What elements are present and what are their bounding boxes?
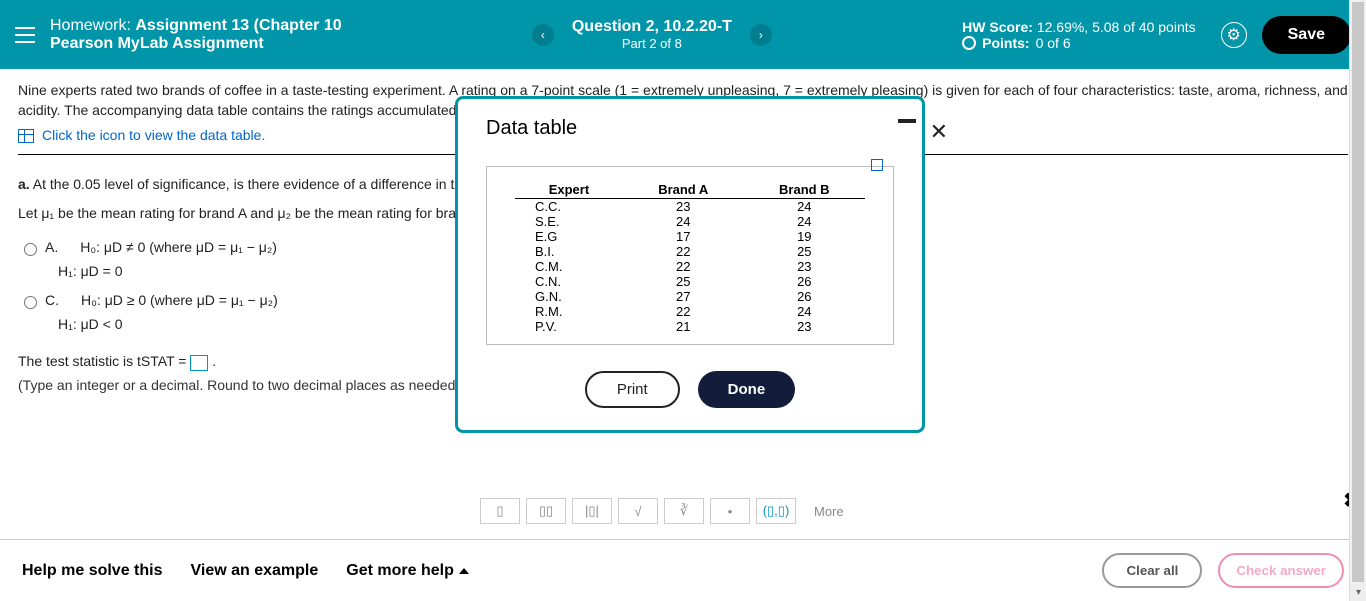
table-cell: 23 xyxy=(623,199,744,215)
table-cell: 23 xyxy=(744,259,865,274)
table-cell: 27 xyxy=(623,289,744,304)
table-header: Expert xyxy=(515,181,623,199)
get-more-help-link[interactable]: Get more help xyxy=(346,562,469,580)
caret-up-icon xyxy=(459,568,469,574)
clear-all-button[interactable]: Clear all xyxy=(1102,553,1202,588)
table-cell: C.N. xyxy=(515,274,623,289)
table-cell: C.C. xyxy=(515,199,623,215)
app-header: Homework: Assignment 13 (Chapter 10 Pear… xyxy=(0,0,1366,69)
table-row: R.M.2224 xyxy=(515,304,865,319)
table-row: S.E.2424 xyxy=(515,214,865,229)
points-circle-icon xyxy=(962,36,976,50)
table-cell: P.V. xyxy=(515,319,623,334)
table-cell: 24 xyxy=(744,199,865,215)
tool-bullet[interactable]: • xyxy=(710,498,750,524)
table-row: C.C.2324 xyxy=(515,199,865,215)
next-question-button[interactable]: › xyxy=(750,24,772,46)
view-example-link[interactable]: View an example xyxy=(191,562,319,580)
tool-sup[interactable]: ▯▯ xyxy=(526,498,566,524)
check-answer-button[interactable]: Check answer xyxy=(1218,553,1344,588)
table-cell: 24 xyxy=(744,304,865,319)
table-cell: 22 xyxy=(623,304,744,319)
table-cell: 26 xyxy=(744,289,865,304)
help-solve-link[interactable]: Help me solve this xyxy=(22,562,163,580)
data-table-modal: ✕ Data table ExpertBrand ABrand B C.C.23… xyxy=(455,96,925,433)
menu-icon[interactable] xyxy=(15,27,35,43)
print-button[interactable]: Print xyxy=(585,371,680,408)
footer-bar: Help me solve this View an example Get m… xyxy=(0,539,1366,601)
modal-title: Data table xyxy=(486,117,894,140)
option-a-radio[interactable] xyxy=(24,241,37,258)
table-row: C.M.2223 xyxy=(515,259,865,274)
table-row: G.N.2726 xyxy=(515,289,865,304)
table-row: B.I.2225 xyxy=(515,244,865,259)
modal-close-icon[interactable]: ✕ xyxy=(930,119,948,145)
table-cell: 19 xyxy=(744,229,865,244)
settings-gear-icon[interactable]: ⚙ xyxy=(1221,22,1247,48)
table-header: Brand B xyxy=(744,181,865,199)
table-cell: 21 xyxy=(623,319,744,334)
tstat-input[interactable] xyxy=(190,355,208,371)
modal-minimize-icon[interactable] xyxy=(898,119,916,123)
score-display: HW Score: 12.69%, 5.08 of 40 points Poin… xyxy=(962,19,1195,51)
tool-abs[interactable]: |▯| xyxy=(572,498,612,524)
homework-title: Homework: Assignment 13 (Chapter 10 Pear… xyxy=(50,17,342,53)
scrollbar-thumb[interactable] xyxy=(1352,2,1364,582)
table-cell: R.M. xyxy=(515,304,623,319)
question-nav: ‹ Question 2, 10.2.20-T Part 2 of 8 › xyxy=(342,18,963,51)
table-cell: C.M. xyxy=(515,259,623,274)
tool-nroot[interactable]: ∛ xyxy=(664,498,704,524)
table-cell: 24 xyxy=(744,214,865,229)
table-cell: 25 xyxy=(623,274,744,289)
table-cell: E.G xyxy=(515,229,623,244)
table-row: P.V.2123 xyxy=(515,319,865,334)
prev-question-button[interactable]: ‹ xyxy=(532,24,554,46)
save-button[interactable]: Save xyxy=(1262,16,1351,54)
vertical-scrollbar[interactable]: ▾ xyxy=(1349,0,1366,601)
table-icon xyxy=(18,129,34,143)
table-row: E.G1719 xyxy=(515,229,865,244)
done-button[interactable]: Done xyxy=(698,371,796,408)
table-cell: 22 xyxy=(623,244,744,259)
table-header: Brand A xyxy=(623,181,744,199)
table-cell: 24 xyxy=(623,214,744,229)
data-table-container: ExpertBrand ABrand B C.C.2324S.E.2424E.G… xyxy=(486,166,894,345)
table-cell: 25 xyxy=(744,244,865,259)
table-cell: B.I. xyxy=(515,244,623,259)
table-cell: 26 xyxy=(744,274,865,289)
table-cell: 17 xyxy=(623,229,744,244)
table-cell: 22 xyxy=(623,259,744,274)
tool-fraction[interactable]: ▯ xyxy=(480,498,520,524)
question-indicator: Question 2, 10.2.20-T Part 2 of 8 xyxy=(572,18,732,51)
table-cell: G.N. xyxy=(515,289,623,304)
copy-table-icon[interactable] xyxy=(871,159,883,171)
option-c-radio[interactable] xyxy=(24,294,37,311)
table-row: C.N.2526 xyxy=(515,274,865,289)
data-table: ExpertBrand ABrand B C.C.2324S.E.2424E.G… xyxy=(515,181,865,334)
tool-sqrt[interactable]: √ xyxy=(618,498,658,524)
equation-toolbar: ▯ ▯▯ |▯| √ ∛ • (▯,▯) More xyxy=(480,498,844,524)
scroll-down-icon[interactable]: ▾ xyxy=(1350,584,1366,601)
tool-more[interactable]: More xyxy=(814,504,844,519)
table-cell: S.E. xyxy=(515,214,623,229)
tool-paren[interactable]: (▯,▯) xyxy=(756,498,796,524)
table-cell: 23 xyxy=(744,319,865,334)
